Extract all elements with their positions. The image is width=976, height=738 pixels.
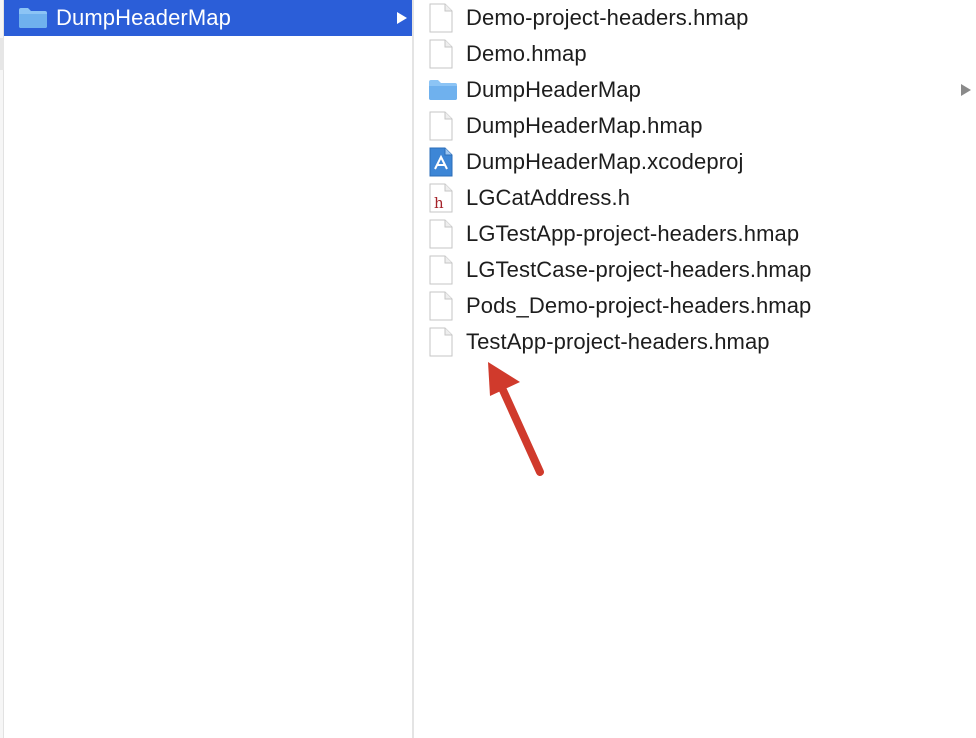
list-item[interactable]: h LGCatAddress.h (414, 180, 976, 216)
folder-icon (428, 79, 458, 106)
list-item[interactable]: LGTestCase-project-headers.hmap (414, 252, 976, 288)
chevron-right-icon (960, 83, 972, 102)
selected-folder-label: DumpHeaderMap (56, 5, 231, 30)
file-label: Demo.hmap (466, 41, 587, 66)
chevron-right-icon (396, 11, 408, 30)
xcodeproj-icon (428, 147, 454, 182)
document-icon (428, 255, 454, 290)
finder-column-view: DumpHeaderMap Demo-project-headers.hmap … (0, 0, 976, 738)
folder-icon (18, 7, 48, 34)
selected-folder-row[interactable]: DumpHeaderMap (4, 0, 412, 36)
list-item[interactable]: Pods_Demo-project-headers.hmap (414, 288, 976, 324)
header-file-icon: h (428, 183, 454, 218)
folder-label: DumpHeaderMap (466, 77, 641, 102)
file-label: Pods_Demo-project-headers.hmap (466, 293, 812, 318)
column-parent: DumpHeaderMap (4, 0, 412, 738)
red-arrow-icon (470, 350, 560, 485)
list-item[interactable]: DumpHeaderMap.xcodeproj (414, 144, 976, 180)
file-label: LGTestCase-project-headers.hmap (466, 257, 812, 282)
file-label: LGTestApp-project-headers.hmap (466, 221, 800, 246)
list-item[interactable]: Demo.hmap (414, 36, 976, 72)
document-icon (428, 111, 454, 146)
list-item[interactable]: DumpHeaderMap.hmap (414, 108, 976, 144)
document-icon (428, 39, 454, 74)
list-item[interactable]: Demo-project-headers.hmap (414, 0, 976, 36)
svg-text:h: h (434, 194, 444, 212)
document-icon (428, 291, 454, 326)
document-icon (428, 219, 454, 254)
file-label: DumpHeaderMap.xcodeproj (466, 149, 744, 174)
document-icon (428, 327, 454, 362)
file-label: LGCatAddress.h (466, 185, 631, 210)
file-label: DumpHeaderMap.hmap (466, 113, 703, 138)
list-item[interactable]: DumpHeaderMap (414, 72, 976, 108)
document-icon (428, 3, 454, 38)
list-item[interactable]: LGTestApp-project-headers.hmap (414, 216, 976, 252)
file-label: Demo-project-headers.hmap (466, 5, 749, 30)
